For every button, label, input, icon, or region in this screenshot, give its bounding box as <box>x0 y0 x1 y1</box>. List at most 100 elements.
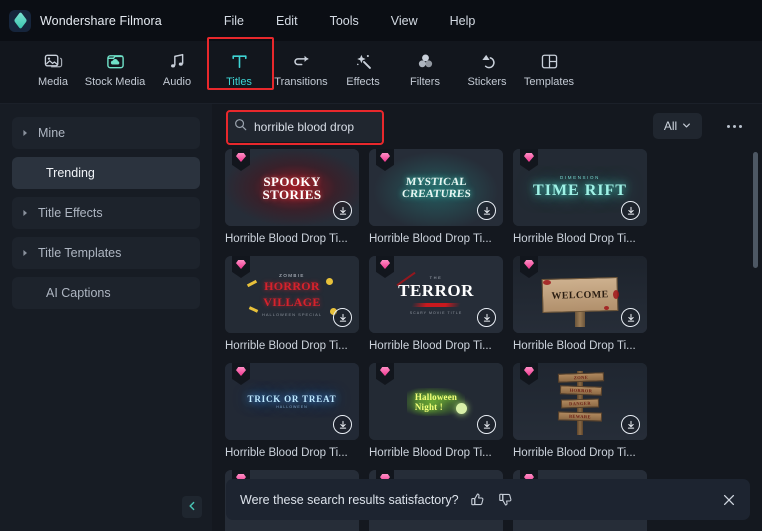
toolbar-tab-stock-media[interactable]: Stock Media <box>84 41 146 88</box>
template-thumbnail[interactable]: SPOOKY STORIES <box>225 149 359 226</box>
template-thumbnail[interactable]: WELCOME <box>513 256 647 333</box>
search-input[interactable] <box>254 119 380 134</box>
template-thumbnail[interactable]: Halloween Night ! <box>369 363 503 440</box>
filmora-window: Wondershare Filmora File Edit Tools View… <box>0 0 762 531</box>
chevron-down-icon <box>682 119 691 133</box>
toolbar-tab-label: Audio <box>162 76 192 88</box>
sidebar-item-label: Mine <box>38 126 66 140</box>
results-scrollbar[interactable] <box>753 152 758 482</box>
download-icon[interactable] <box>477 415 496 434</box>
sidebar-collapse-button[interactable] <box>182 496 202 518</box>
download-icon[interactable] <box>333 415 352 434</box>
search-box[interactable] <box>226 111 384 142</box>
text-t-icon <box>230 50 249 72</box>
template-thumbnail[interactable]: TRICK OR TREAT HALLOWEEN <box>225 363 359 440</box>
toolbar-tab-label: Titles <box>226 76 252 88</box>
template-card[interactable]: Halloween Night ! Horrible Blood Drop Ti… <box>369 363 513 459</box>
toolbar-tab-filters[interactable]: Filters <box>394 41 456 88</box>
download-icon[interactable] <box>621 415 640 434</box>
art-tiny-text: HALLOWEEN <box>276 405 308 409</box>
art-line-1: ZONE <box>557 372 605 383</box>
download-icon[interactable] <box>477 308 496 327</box>
close-x-icon[interactable] <box>722 493 736 507</box>
results-panel: All SPOOKY STORIES <box>212 104 762 531</box>
download-icon[interactable] <box>477 201 496 220</box>
template-card[interactable]: SPOOKY STORIES Horrible Blood Drop Ti... <box>225 149 369 245</box>
menu-item-file[interactable]: File <box>208 10 260 32</box>
template-card[interactable]: MYSTICAL CREATURES Horrible Blood Drop T… <box>369 149 513 245</box>
toolbar-tab-label: Effects <box>346 76 380 88</box>
sidebar-item-trending[interactable]: Trending <box>12 157 200 189</box>
menu-item-edit[interactable]: Edit <box>260 10 314 32</box>
menu-item-view[interactable]: View <box>375 10 434 32</box>
category-sidebar: Mine Trending Title Effects Title Templa… <box>0 104 212 531</box>
template-card-label: Horrible Blood Drop Ti... <box>513 447 636 459</box>
template-thumbnail[interactable]: THE TERROR SCARY MOVIE TITLE <box>369 256 503 333</box>
art-subtitle: DIMENSION <box>560 175 600 180</box>
toolbar-tab-media[interactable]: Media <box>22 41 84 88</box>
art-line-1: TERROR <box>398 280 474 300</box>
chevron-left-icon <box>187 498 197 516</box>
menu-item-help[interactable]: Help <box>434 10 492 32</box>
feedback-question: Were these search results satisfactory? <box>240 492 459 507</box>
toolbar-tab-transitions[interactable]: Transitions <box>270 41 332 88</box>
sidebar-item-title-templates[interactable]: Title Templates <box>12 237 200 269</box>
template-thumbnail[interactable]: DIMENSION TIME RIFT <box>513 149 647 226</box>
template-thumbnail[interactable]: MYSTICAL CREATURES <box>369 149 503 226</box>
art-line-2: Night ! <box>414 401 443 412</box>
download-icon[interactable] <box>333 308 352 327</box>
art-line-1: TIME RIFT <box>533 182 627 199</box>
toolbar-tab-label: Stock Media <box>84 76 146 88</box>
template-card[interactable]: ZOMBIE HORROR VILLAGE HALLOWEEN SPECIAL … <box>225 256 369 352</box>
title-bar: Wondershare Filmora File Edit Tools View… <box>0 0 762 41</box>
art-line-1: TRICK OR TREAT <box>247 394 337 404</box>
template-card[interactable]: DIMENSION TIME RIFT Horrible Blood Drop … <box>513 149 657 245</box>
art-line-2: HORROR <box>559 385 603 396</box>
scrollbar-thumb[interactable] <box>753 152 758 268</box>
template-card[interactable]: ZONE HORROR DANGER BEWARE Horrible Blood… <box>513 363 657 459</box>
toolbar-tab-titles[interactable]: Titles <box>207 37 274 90</box>
art-line-1: WELCOME <box>551 288 609 301</box>
menu-item-tools[interactable]: Tools <box>314 10 375 32</box>
toolbar-tab-templates[interactable]: Templates <box>518 41 580 88</box>
thumbs-up-icon[interactable] <box>470 492 485 507</box>
results-grid-scroll-area[interactable]: SPOOKY STORIES Horrible Blood Drop Ti... <box>212 149 762 531</box>
sidebar-item-mine[interactable]: Mine <box>12 117 200 149</box>
template-card-label: Horrible Blood Drop Ti... <box>225 340 348 352</box>
art-subtitle: ZOMBIE <box>279 272 305 278</box>
image-media-icon <box>44 50 63 72</box>
template-card[interactable]: THE TERROR SCARY MOVIE TITLE Horrible Bl… <box>369 256 513 352</box>
art-line-2: VILLAGE <box>263 294 321 309</box>
toolbar-tab-label: Filters <box>410 76 440 88</box>
sidebar-item-label: Trending <box>46 166 95 180</box>
download-icon[interactable] <box>621 308 640 327</box>
filter-dropdown[interactable]: All <box>653 113 702 139</box>
sidebar-item-title-effects[interactable]: Title Effects <box>12 197 200 229</box>
more-options-button[interactable] <box>724 117 744 135</box>
panel-grid-icon <box>540 50 559 72</box>
template-card[interactable]: TRICK OR TREAT HALLOWEEN Horrible Blood … <box>225 363 369 459</box>
toolbar-tab-label: Transitions <box>274 76 328 88</box>
download-icon[interactable] <box>621 201 640 220</box>
toolbar-tab-stickers[interactable]: Stickers <box>456 41 518 88</box>
template-card-label: Horrible Blood Drop Ti... <box>369 233 492 245</box>
template-thumbnail[interactable]: ZONE HORROR DANGER BEWARE <box>513 363 647 440</box>
sidebar-item-ai-captions[interactable]: AI Captions <box>12 277 200 309</box>
template-card-label: Horrible Blood Drop Ti... <box>369 447 492 459</box>
toolbar-tab-label: Media <box>38 76 68 88</box>
art-line-1: Halloween <box>414 391 458 402</box>
sidebar-item-label: Title Templates <box>38 246 122 260</box>
download-icon[interactable] <box>333 201 352 220</box>
template-thumbnail[interactable]: ZOMBIE HORROR VILLAGE HALLOWEEN SPECIAL <box>225 256 359 333</box>
search-feedback-bar: Were these search results satisfactory? <box>226 479 750 520</box>
music-note-icon <box>168 50 187 72</box>
toolbar-tab-audio[interactable]: Audio <box>146 41 208 88</box>
thumbs-down-icon[interactable] <box>498 492 513 507</box>
toolbar-tab-effects[interactable]: Effects <box>332 41 394 88</box>
template-card-label: Horrible Blood Drop Ti... <box>513 340 636 352</box>
template-card[interactable]: WELCOME Horrible Blood Drop Ti... <box>513 256 657 352</box>
main-toolbar: Media Stock Media Audio Titles Transitio… <box>0 37 762 104</box>
art-subtitle: THE <box>429 274 443 280</box>
magic-wand-star-icon <box>354 50 373 72</box>
template-card-label: Horrible Blood Drop Ti... <box>225 447 348 459</box>
